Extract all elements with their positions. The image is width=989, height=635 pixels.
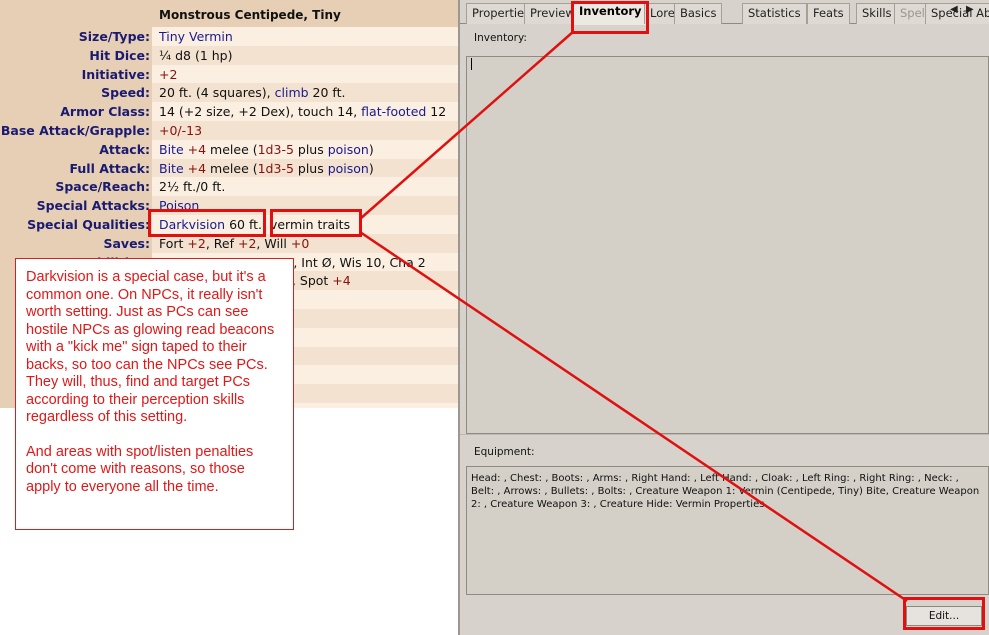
stat-label: Saves: bbox=[103, 235, 150, 251]
stat-row: Initiative: +2 bbox=[0, 64, 458, 84]
equipment-text-area[interactable]: Head: , Chest: , Boots: , Arms: , Right … bbox=[466, 466, 989, 595]
stat-row: Base Attack/Grapple: +0/-13 bbox=[0, 121, 458, 140]
stat-text: +2 bbox=[187, 235, 206, 251]
stat-text: Fort bbox=[159, 235, 188, 251]
stat-row: Size/Type: Tiny Vermin bbox=[0, 27, 458, 46]
stat-text: 2½ ft./0 ft. bbox=[159, 179, 226, 195]
stat-text: +4 bbox=[187, 160, 207, 176]
stat-label: Speed: bbox=[101, 85, 150, 101]
stat-text: , Will bbox=[256, 235, 291, 251]
stat-text: 14 (+2 size, +2 Dex), touch 14, bbox=[159, 104, 362, 120]
stat-text: plus bbox=[293, 141, 328, 157]
stat-value: 20 ft. (4 squares), climb 20 ft. bbox=[159, 83, 346, 102]
text-caret bbox=[471, 58, 472, 70]
tab-skills[interactable]: Skills bbox=[856, 3, 898, 24]
stat-label: Space/Reach: bbox=[55, 179, 150, 195]
highlight-inventory-tab bbox=[571, 1, 649, 34]
stat-value: 2½ ft./0 ft. bbox=[159, 177, 225, 196]
stat-label: Initiative: bbox=[81, 66, 150, 82]
highlight-darkvision bbox=[148, 209, 266, 237]
stat-link[interactable]: poison bbox=[328, 142, 369, 157]
stat-text: ) bbox=[368, 141, 374, 157]
stat-text: 20 ft. bbox=[308, 85, 346, 101]
stat-label: Attack: bbox=[99, 141, 150, 157]
stat-text: +0 bbox=[290, 235, 310, 251]
stat-row: Speed: 20 ft. (4 squares), climb 20 ft. bbox=[0, 83, 458, 103]
stat-row: Armor Class: 14 (+2 size, +2 Dex), touch … bbox=[0, 102, 458, 122]
stat-value: ¼ d8 (1 hp) bbox=[159, 46, 233, 65]
stat-label: Special Attacks: bbox=[36, 198, 150, 214]
stat-text: ) bbox=[368, 160, 374, 176]
stat-text: melee ( bbox=[206, 141, 258, 157]
section-divider bbox=[460, 434, 989, 435]
editor-pane: Properties Preview Inventory Lore Basics Stat… bbox=[460, 0, 989, 635]
stat-label: Full Attack: bbox=[69, 160, 150, 176]
stat-label: Hit Dice: bbox=[89, 47, 150, 63]
creature-title: Monstrous Centipede, Tiny bbox=[159, 8, 341, 22]
stat-text: 20 ft. (4 squares), bbox=[159, 85, 275, 101]
stat-row: Full Attack: Bite +4 melee (1d3-5 plus po… bbox=[0, 158, 458, 178]
stat-link[interactable]: poison bbox=[328, 161, 369, 176]
stat-link[interactable]: Bite bbox=[159, 142, 184, 157]
annotation-paragraph-1: Darkvision is a special case, but it's a… bbox=[26, 269, 275, 425]
stat-text: plus bbox=[293, 160, 328, 176]
stat-value: 14 (+2 size, +2 Dex), touch 14, flat-foo… bbox=[159, 102, 446, 121]
stat-row: Space/Reach: 2½ ft./0 ft. bbox=[0, 177, 458, 197]
stat-text: +2 bbox=[159, 66, 178, 82]
stat-value: +0/-13 bbox=[159, 121, 202, 140]
stat-link[interactable]: Tiny Vermin bbox=[159, 29, 233, 44]
stat-value: Bite +4 melee (1d3-5 plus poison) bbox=[159, 140, 374, 159]
stat-text: 1d3-5 bbox=[257, 160, 294, 176]
annotation-callout: Darkvision is a special case, but it's a… bbox=[15, 258, 294, 530]
stat-text: melee ( bbox=[206, 160, 258, 176]
stat-link[interactable]: flat-footed bbox=[361, 104, 426, 119]
stat-row: Hit Dice: ¼ d8 (1 hp) bbox=[0, 45, 458, 65]
tab-scroll-right-icon[interactable]: ▶ bbox=[966, 4, 974, 15]
annotation-paragraph-2: And areas with spot/listen penalties don… bbox=[26, 443, 254, 495]
tab-statistics[interactable]: Statistics bbox=[742, 3, 807, 24]
stat-text: ¼ d8 (1 hp) bbox=[159, 47, 233, 63]
stat-label: Armor Class: bbox=[60, 104, 150, 120]
stat-text: 1d3-5 bbox=[257, 141, 294, 157]
stat-text: 12 bbox=[426, 104, 447, 120]
stat-value: Tiny Vermin bbox=[159, 27, 233, 46]
stat-value: Bite +4 melee (1d3-5 plus poison) bbox=[159, 159, 374, 178]
stat-text: +0/-13 bbox=[159, 123, 203, 138]
stat-label: Size/Type: bbox=[78, 29, 150, 44]
stat-text: +4 bbox=[187, 141, 207, 157]
stat-label: Special Qualities: bbox=[27, 217, 150, 232]
stat-value: +2 bbox=[159, 65, 177, 84]
tab-scroll-left-icon[interactable]: ◀ bbox=[950, 4, 958, 15]
inventory-label: Inventory: bbox=[474, 32, 527, 44]
stat-link[interactable]: climb bbox=[275, 85, 309, 100]
equipment-label: Equipment: bbox=[474, 446, 535, 458]
tab-basics[interactable]: Basics bbox=[674, 3, 723, 24]
inventory-text-area[interactable] bbox=[466, 56, 989, 434]
stat-row-background bbox=[152, 64, 458, 84]
tab-feats[interactable]: Feats bbox=[807, 3, 850, 24]
stat-text: +2 bbox=[237, 235, 257, 251]
stat-link[interactable]: Bite bbox=[159, 161, 184, 176]
stat-label: Base Attack/Grapple: bbox=[0, 123, 150, 138]
tab-bar: Properties Preview Inventory Lore Basics Stat… bbox=[460, 0, 989, 25]
stat-text: , Ref bbox=[205, 235, 238, 251]
stat-text: +4 bbox=[332, 273, 351, 289]
stat-row: Attack: Bite +4 melee (1d3-5 plus poison) bbox=[0, 139, 458, 159]
highlight-edit-button bbox=[903, 597, 985, 630]
highlight-vermin-traits bbox=[270, 209, 362, 237]
